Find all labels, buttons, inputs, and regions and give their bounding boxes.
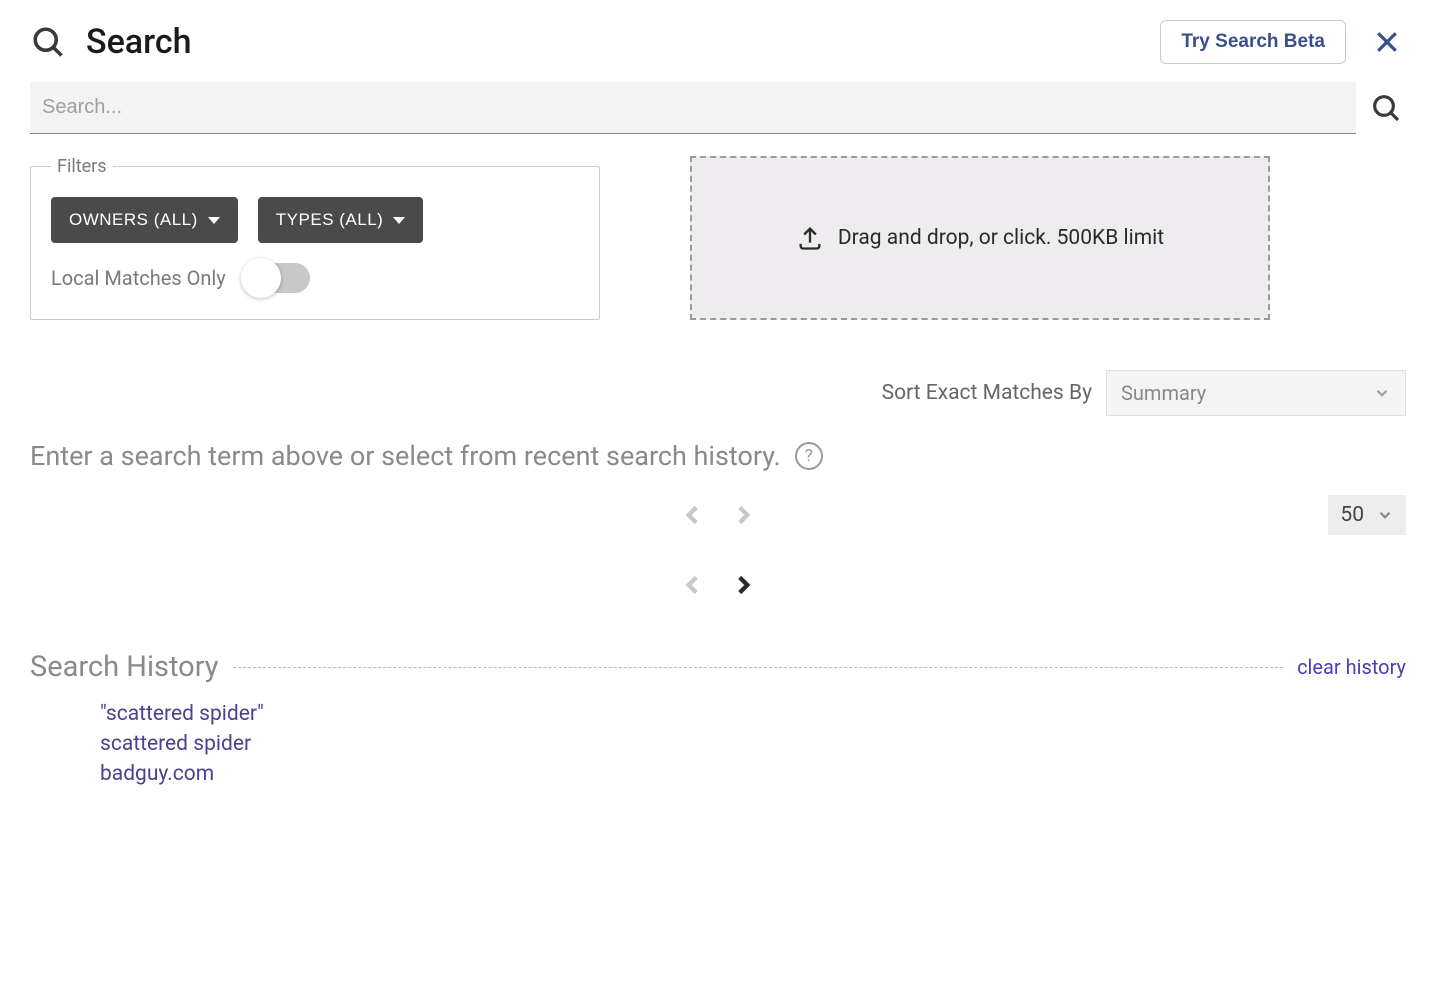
help-icon[interactable]: ? <box>795 442 823 470</box>
sort-selected-value: Summary <box>1121 381 1206 405</box>
types-filter-button[interactable]: TYPES (ALL) <box>258 197 424 243</box>
toggle-knob <box>241 258 281 298</box>
filter-buttons-row: OWNERS (ALL) TYPES (ALL) <box>51 197 579 243</box>
owners-filter-label: OWNERS (ALL) <box>69 210 198 230</box>
filters-legend: Filters <box>51 156 113 177</box>
search-input[interactable] <box>30 82 1356 134</box>
owners-filter-button[interactable]: OWNERS (ALL) <box>51 197 238 243</box>
prompt-row: Enter a search term above or select from… <box>30 440 1406 472</box>
divider <box>233 667 1284 668</box>
try-search-beta-button[interactable]: Try Search Beta <box>1160 20 1346 64</box>
page-header: Search Try Search Beta <box>30 20 1406 64</box>
clear-history-link[interactable]: clear history <box>1297 655 1406 679</box>
history-item[interactable]: "scattered spider" <box>100 702 1406 726</box>
history-list: "scattered spider" scattered spider badg… <box>30 702 1406 786</box>
local-matches-label: Local Matches Only <box>51 266 226 290</box>
page-size-value: 50 <box>1340 503 1364 527</box>
history-header: Search History clear history <box>30 650 1406 684</box>
header-right: Try Search Beta <box>1160 20 1406 64</box>
page-title: Search <box>86 22 191 62</box>
sort-select[interactable]: Summary <box>1106 370 1406 416</box>
search-bar <box>30 82 1406 134</box>
file-dropzone[interactable]: Drag and drop, or click. 500KB limit <box>690 156 1270 320</box>
history-title: Search History <box>30 650 219 684</box>
filters-and-upload-row: Filters OWNERS (ALL) TYPES (ALL) Local M… <box>30 156 1406 320</box>
dropzone-text: Drag and drop, or click. 500KB limit <box>838 226 1164 250</box>
types-filter-label: TYPES (ALL) <box>276 210 384 230</box>
sort-row: Sort Exact Matches By Summary <box>30 370 1406 416</box>
header-left: Search <box>30 22 191 62</box>
search-icon <box>30 24 66 60</box>
close-icon[interactable] <box>1368 23 1406 61</box>
filters-panel: Filters OWNERS (ALL) TYPES (ALL) Local M… <box>30 156 600 320</box>
prev-page-button-bottom[interactable] <box>678 570 708 600</box>
local-matches-toggle-row: Local Matches Only <box>51 263 579 293</box>
chevron-down-icon <box>1373 384 1391 402</box>
prompt-text: Enter a search term above or select from… <box>30 440 781 472</box>
chevron-down-icon <box>1376 506 1394 524</box>
caret-down-icon <box>393 217 405 224</box>
pager-row-bottom <box>30 570 1406 600</box>
pager-arrows-top <box>678 500 758 530</box>
next-page-button[interactable] <box>728 500 758 530</box>
next-page-button-bottom[interactable] <box>728 570 758 600</box>
prev-page-button[interactable] <box>678 500 708 530</box>
pager-row-top: 50 <box>30 500 1406 530</box>
search-submit-icon[interactable] <box>1366 88 1406 128</box>
local-matches-toggle[interactable] <box>244 263 310 293</box>
history-item[interactable]: badguy.com <box>100 762 1406 786</box>
page-size-select[interactable]: 50 <box>1328 495 1406 535</box>
history-item[interactable]: scattered spider <box>100 732 1406 756</box>
caret-down-icon <box>208 217 220 224</box>
sort-label: Sort Exact Matches By <box>882 381 1092 405</box>
upload-icon <box>796 224 824 252</box>
